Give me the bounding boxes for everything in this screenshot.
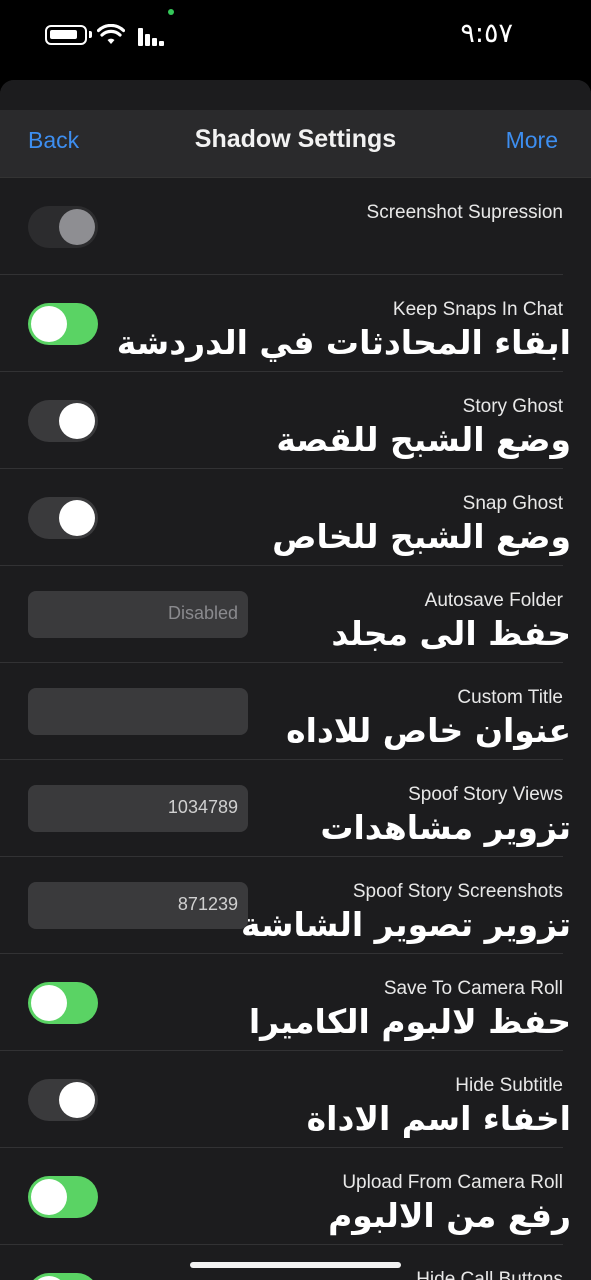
settings-row: Spoof Story Screenshots تزوير تصوير الشاش… — [0, 857, 591, 954]
setting-arabic-caption: وضع الشبح للقصة — [276, 420, 571, 459]
setting-arabic-caption: وضع الشبح للخاص — [272, 517, 571, 556]
setting-title: Save To Camera Roll — [383, 978, 563, 999]
settings-row: Save To Camera Roll حفظ لالبوم الكاميرا — [0, 954, 591, 1051]
settings-row: Snap Ghost وضع الشبح للخاص — [0, 469, 591, 566]
setting-arabic-caption: رفع من الالبوم — [328, 1196, 571, 1235]
toggle-knob — [59, 500, 95, 536]
settings-row: Spoof Story Views تزوير مشاهدات 1034789 — [0, 760, 591, 857]
toggle-knob — [31, 1179, 67, 1215]
cellular-signal-icon — [138, 26, 166, 46]
setting-arabic-caption: عنوان خاص للاداه — [286, 711, 571, 750]
sheet-top-strip — [0, 80, 591, 110]
toggle-knob — [59, 403, 95, 439]
setting-arabic-caption: تزوير تصوير الشاشة — [241, 905, 571, 944]
setting-text-field[interactable] — [28, 688, 248, 735]
battery-icon — [45, 25, 92, 45]
setting-toggle[interactable] — [28, 1176, 98, 1218]
setting-toggle[interactable] — [28, 982, 98, 1024]
setting-text-field[interactable]: Disabled — [28, 591, 248, 638]
settings-list: Screenshot Supression Keep Snaps In Chat ا… — [0, 178, 591, 1280]
setting-toggle[interactable] — [28, 206, 98, 248]
setting-title: Hide Subtitle — [455, 1075, 563, 1096]
settings-row: Story Ghost وضع الشبح للقصة — [0, 372, 591, 469]
setting-title: Screenshot Supression — [366, 202, 563, 223]
setting-toggle[interactable] — [28, 400, 98, 442]
home-indicator[interactable] — [190, 1262, 401, 1268]
setting-toggle[interactable] — [28, 497, 98, 539]
setting-toggle[interactable] — [28, 303, 98, 345]
setting-text-field[interactable]: 871239 — [28, 882, 248, 929]
setting-title: Autosave Folder — [424, 590, 563, 611]
setting-title: Story Ghost — [462, 396, 563, 417]
page-title: Shadow Settings — [194, 125, 397, 153]
navigation-bar: Back Shadow Settings More — [0, 110, 591, 178]
status-bar: ٩:٥٧ — [0, 0, 591, 72]
status-time: ٩:٥٧ — [460, 18, 513, 49]
settings-row: Hide Subtitle اخفاء اسم الاداة — [0, 1051, 591, 1148]
setting-text-field[interactable]: 1034789 — [28, 785, 248, 832]
setting-title: Upload From Camera Roll — [342, 1172, 563, 1193]
setting-arabic-caption: ابقاء المحادثات في الدردشة — [116, 323, 571, 362]
setting-title: Keep Snaps In Chat — [392, 299, 563, 320]
toggle-knob — [59, 209, 95, 245]
setting-arabic-caption: اخفاء اسم الاداة — [306, 1099, 571, 1138]
setting-arabic-caption: حفظ الى مجلد — [331, 614, 571, 653]
settings-sheet: Back Shadow Settings More Screenshot Sup… — [0, 80, 591, 1280]
setting-arabic-caption: تزوير مشاهدات — [320, 808, 571, 847]
toggle-knob — [59, 1082, 95, 1118]
settings-row: Screenshot Supression — [0, 178, 591, 275]
settings-row: Autosave Folder حفظ الى مجلد Disabled — [0, 566, 591, 663]
toggle-knob — [31, 1276, 67, 1280]
setting-title: Spoof Story Views — [408, 784, 563, 805]
camera-indicator-dot — [168, 9, 174, 15]
wifi-icon — [97, 24, 125, 44]
setting-title: Custom Title — [457, 687, 563, 708]
settings-row: Upload From Camera Roll رفع من الالبوم — [0, 1148, 591, 1245]
setting-title: Hide Call Buttons — [416, 1269, 563, 1280]
screen: ٩:٥٧ Back Shadow Settings More Screensho… — [0, 0, 591, 1280]
setting-title: Snap Ghost — [462, 493, 563, 514]
setting-toggle[interactable] — [28, 1273, 98, 1280]
toggle-knob — [31, 306, 67, 342]
setting-arabic-caption: حفظ لالبوم الكاميرا — [248, 1002, 571, 1041]
setting-title: Spoof Story Screenshots — [352, 881, 563, 902]
settings-row: Custom Title عنوان خاص للاداه — [0, 663, 591, 760]
toggle-knob — [31, 985, 67, 1021]
setting-toggle[interactable] — [28, 1079, 98, 1121]
more-button[interactable]: More — [506, 127, 558, 154]
settings-row: Keep Snaps In Chat ابقاء المحادثات في الد… — [0, 275, 591, 372]
